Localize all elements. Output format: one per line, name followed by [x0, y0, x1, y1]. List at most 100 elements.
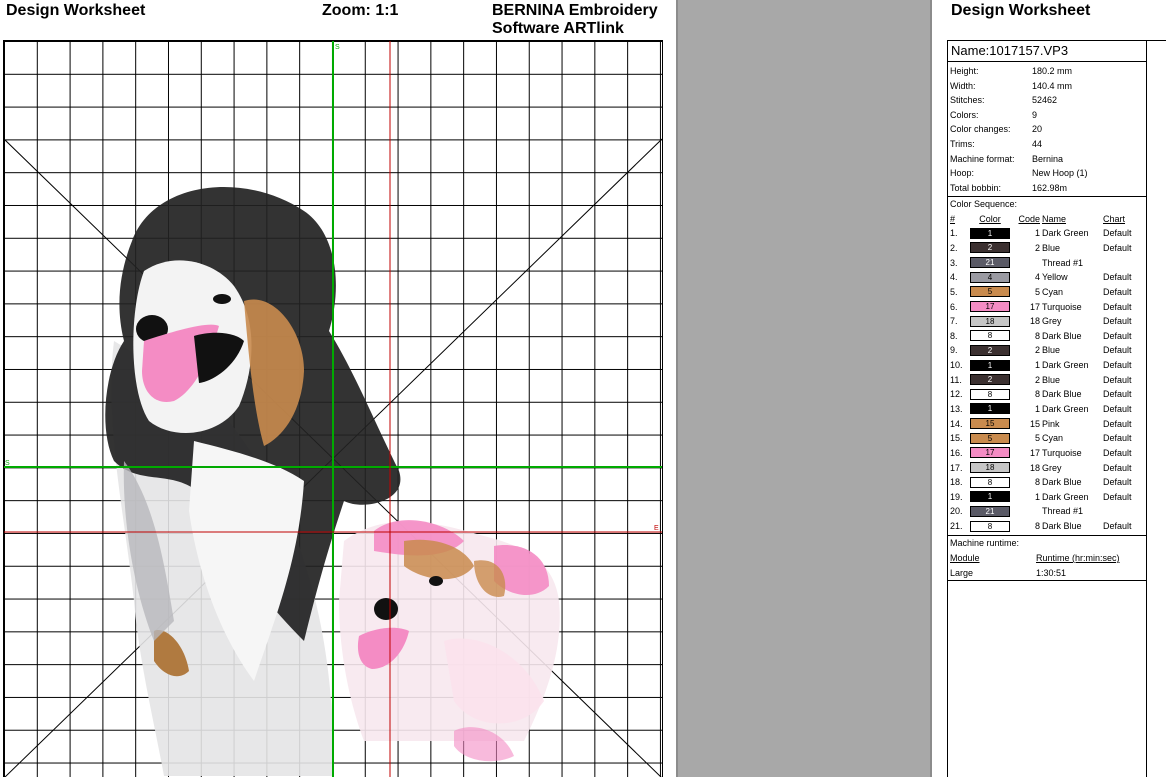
runtime-header-module: Module: [950, 553, 980, 564]
color-code: 18: [1029, 462, 1040, 473]
color-index: 11.: [950, 374, 962, 385]
color-swatch: 21: [970, 505, 1010, 517]
color-swatch: 4: [970, 271, 1010, 283]
color-sequence-row: 4. 4 4 Yellow Default: [948, 270, 1146, 285]
property-label: Color changes:: [950, 124, 1011, 135]
puppy-nose: [374, 598, 398, 620]
property-row: Total bobbin: 162.98m: [948, 181, 1146, 196]
color-chart: Default: [1103, 242, 1132, 253]
color-swatch: 18: [970, 315, 1010, 327]
color-name: Dark Blue: [1042, 330, 1082, 341]
color-chart: Default: [1103, 301, 1132, 312]
color-sequence-row: 14. 15 15 Pink Default: [948, 416, 1146, 431]
color-code: 15: [1029, 418, 1040, 429]
color-swatch: 17: [970, 301, 1010, 312]
color-sequence-row: 17. 18 18 Grey Default: [948, 460, 1146, 475]
color-code: 8: [1034, 330, 1040, 341]
design-name: Name:1017157.VP3: [948, 41, 1146, 62]
color-name: Dark Blue: [1042, 477, 1082, 488]
color-chart: Default: [1103, 462, 1132, 473]
color-chart: Default: [1103, 360, 1132, 371]
color-swatch: 8: [970, 520, 1010, 532]
color-sequence-row: 3. 21 Thread #1: [948, 255, 1146, 270]
axis-marker-left: S: [5, 460, 10, 467]
color-index: 9.: [950, 345, 958, 356]
dog-eye: [213, 294, 231, 304]
color-sequence-title: Color Sequence:: [950, 199, 1018, 210]
color-index: 1.: [950, 228, 958, 239]
color-sequence-row: 10. 1 1 Dark Green Default: [948, 358, 1146, 373]
property-label: Colors:: [950, 109, 979, 120]
color-sequence-row: 7. 18 18 Grey Default: [948, 314, 1146, 329]
info-panel-title: Design Worksheet: [951, 2, 1091, 19]
color-code: 2: [1034, 242, 1040, 253]
design-worksheet-page: Design Worksheet Zoom: 1:1 BERNINA Embro…: [0, 0, 676, 777]
color-swatch: 1: [970, 359, 1010, 371]
property-row: Stitches: 52462: [948, 93, 1146, 108]
color-sequence-row: 20. 21 Thread #1: [948, 504, 1146, 519]
color-chart: Default: [1103, 389, 1132, 400]
color-chart: Default: [1103, 345, 1132, 356]
color-name: Cyan: [1042, 286, 1064, 297]
color-index: 6.: [950, 301, 958, 312]
color-code: 5: [1034, 286, 1040, 297]
property-row: Machine format: Bernina: [948, 152, 1146, 167]
color-name: Dark Green: [1042, 360, 1089, 371]
color-sequence-row: 19. 1 1 Dark Green Default: [948, 490, 1146, 505]
color-chart: Default: [1103, 447, 1132, 458]
runtime-title-text: Machine runtime:: [950, 538, 1020, 549]
color-index: 14.: [950, 418, 963, 429]
color-code: 18: [1029, 316, 1040, 327]
color-swatch: 1: [970, 491, 1010, 503]
property-label: Trims:: [950, 138, 975, 149]
design-info-page: Design Worksheet Name:1017157.VP3 Height…: [932, 0, 1166, 777]
property-value: 20: [1032, 124, 1043, 135]
color-index: 8.: [950, 330, 958, 341]
color-chart: Default: [1103, 330, 1132, 341]
color-chart: Default: [1103, 491, 1132, 502]
property-value: Bernina: [1032, 153, 1064, 164]
color-sequence-row: 15. 5 5 Cyan Default: [948, 431, 1146, 446]
design-preview: S S E: [4, 41, 662, 777]
zoom-label: Zoom: 1:1: [322, 2, 399, 19]
runtime-header-time: Runtime (hr:min:sec): [1036, 553, 1120, 564]
color-code: 17: [1029, 447, 1040, 458]
color-chart: Default: [1103, 272, 1132, 283]
color-code: 4: [1034, 272, 1040, 283]
color-swatch: 15: [970, 418, 1010, 430]
color-sequence-row: 11. 2 2 Blue Default: [948, 372, 1146, 387]
worksheet-title: Design Worksheet: [6, 2, 146, 19]
color-chart: Default: [1103, 433, 1132, 444]
color-name: Dark Green: [1042, 491, 1089, 502]
property-value: New Hoop (1): [1032, 168, 1088, 179]
property-label: Height:: [950, 66, 979, 76]
color-sequence-row: 12. 8 8 Dark Blue Default: [948, 387, 1146, 402]
color-index: 3.: [950, 257, 958, 268]
color-code: 1: [1034, 491, 1040, 502]
property-row: Colors: 9: [948, 108, 1146, 123]
color-name: Grey: [1042, 462, 1062, 473]
header-name: Name: [1042, 213, 1067, 224]
color-sequence-row: 5. 5 5 Cyan Default: [948, 285, 1146, 300]
color-code: 2: [1034, 345, 1040, 356]
color-code: 8: [1034, 389, 1040, 400]
color-swatch: 21: [970, 257, 1010, 269]
color-code: 5: [1034, 433, 1040, 444]
property-value: 44: [1032, 138, 1043, 149]
color-swatch: 2: [970, 344, 1010, 356]
color-name: Grey: [1042, 316, 1062, 327]
color-chart: Default: [1103, 418, 1132, 429]
color-swatch: 2: [970, 374, 1010, 386]
color-code: 1: [1034, 403, 1040, 414]
color-chart: Default: [1103, 403, 1132, 414]
design-grid-canvas[interactable]: S S E: [3, 40, 663, 777]
color-name: Thread #1: [1042, 257, 1084, 268]
color-index: 12.: [950, 389, 963, 400]
color-sequence-rows: 1. 1 1 Dark Green Default 2. 2 2 Blue Default 3. 21…: [948, 226, 1146, 533]
color-sequence-row: 2. 2 2 Blue Default: [948, 241, 1146, 256]
color-name: Blue: [1042, 345, 1061, 356]
property-value: 9: [1032, 109, 1038, 120]
color-name: Pink: [1042, 418, 1060, 429]
property-row: Hoop: New Hoop (1): [948, 166, 1146, 181]
color-name: Dark Green: [1042, 228, 1089, 239]
